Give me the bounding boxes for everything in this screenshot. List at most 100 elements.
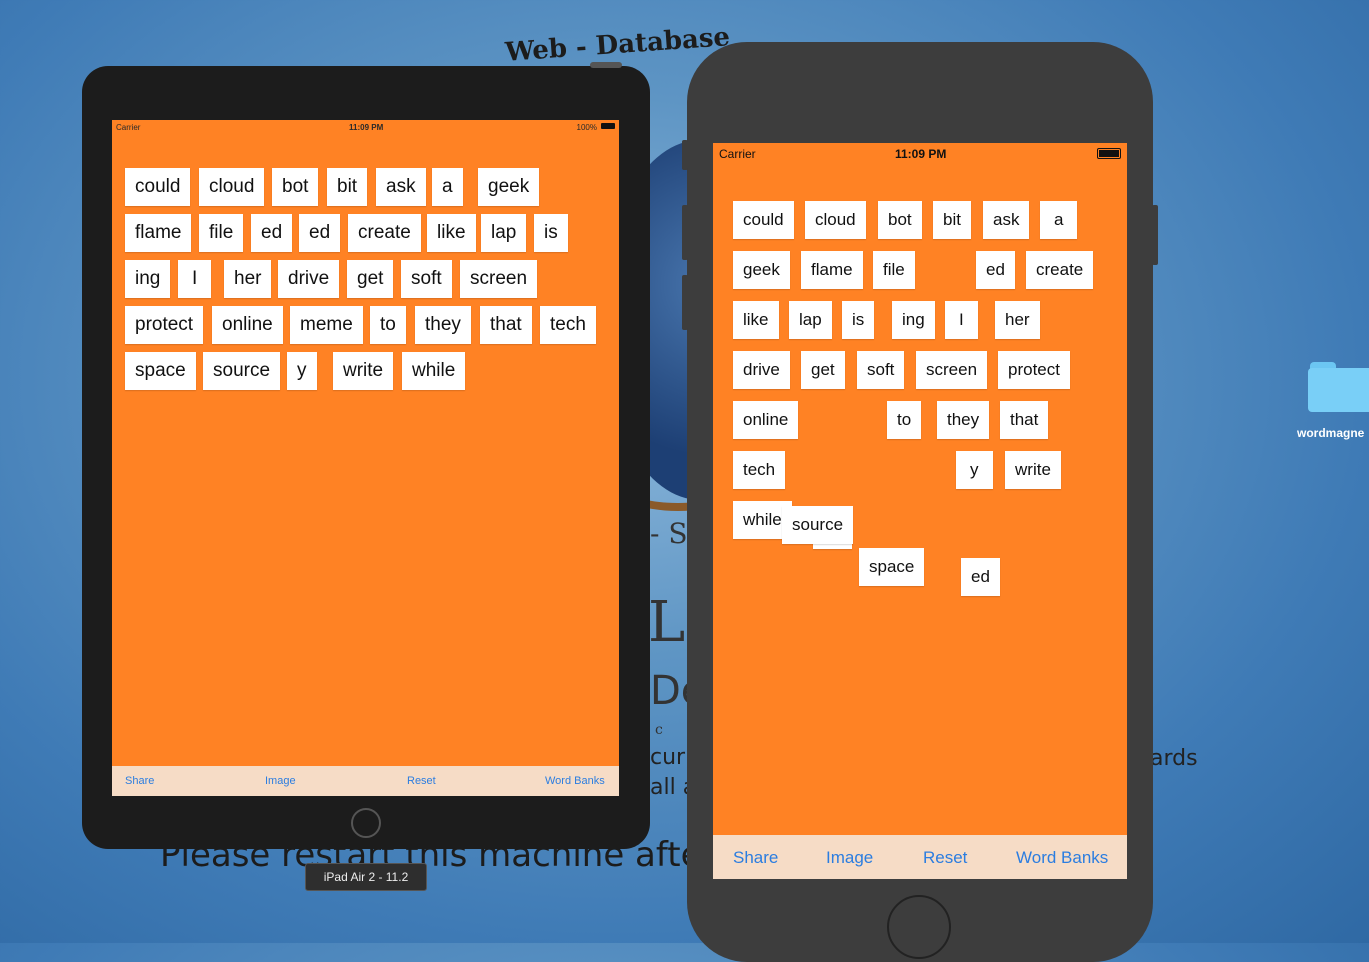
reset-button[interactable]: Reset bbox=[923, 848, 967, 868]
word-banks-button[interactable]: Word Banks bbox=[1016, 848, 1108, 868]
ipad-carrier: Carrier bbox=[116, 123, 141, 132]
word-tile[interactable]: bit bbox=[327, 168, 368, 206]
wallpaper-curi-text: curi bbox=[650, 745, 692, 770]
word-tile[interactable]: while bbox=[402, 352, 466, 390]
word-tile[interactable]: lap bbox=[481, 214, 527, 252]
word-tile[interactable]: ed bbox=[976, 251, 1015, 289]
share-button[interactable]: Share bbox=[733, 848, 778, 868]
iphone-side-button bbox=[682, 275, 688, 330]
word-tile[interactable]: is bbox=[534, 214, 568, 252]
word-tile[interactable]: protect bbox=[125, 306, 204, 344]
word-tile[interactable]: they bbox=[937, 401, 990, 439]
word-tile[interactable]: could bbox=[733, 201, 794, 239]
word-tile[interactable]: like bbox=[733, 301, 779, 339]
word-tile[interactable]: space bbox=[125, 352, 196, 390]
iphone-screen: Carrier 11:09 PM could cloud bot bit ask… bbox=[713, 143, 1127, 879]
ipad-toolbar: Share Image Reset Word Banks bbox=[112, 766, 619, 796]
word-tile[interactable]: flame bbox=[801, 251, 863, 289]
word-tile[interactable]: file bbox=[873, 251, 915, 289]
iphone-toolbar: Share Image Reset Word Banks bbox=[713, 835, 1127, 879]
word-tile[interactable]: y bbox=[956, 451, 993, 489]
word-tile[interactable]: ing bbox=[125, 260, 171, 298]
word-tile[interactable]: soft bbox=[857, 351, 905, 389]
word-tile[interactable]: a bbox=[1040, 201, 1078, 239]
word-tile[interactable]: that bbox=[480, 306, 532, 344]
share-button[interactable]: Share bbox=[125, 775, 154, 787]
word-tile[interactable]: geek bbox=[478, 168, 540, 206]
iphone-side-button bbox=[682, 205, 688, 260]
word-tile[interactable]: create bbox=[1026, 251, 1094, 289]
word-tile[interactable]: ask bbox=[376, 168, 426, 206]
word-tile[interactable]: to bbox=[370, 306, 406, 344]
word-tile[interactable]: bot bbox=[272, 168, 319, 206]
word-tile[interactable]: source bbox=[203, 352, 281, 390]
wallpaper-c-text: c bbox=[655, 722, 663, 738]
word-tile[interactable]: cloud bbox=[805, 201, 866, 239]
ipad-screen: Carrier 11:09 PM 100% could cloud bot bi… bbox=[112, 120, 619, 796]
word-tile[interactable]: file bbox=[199, 214, 244, 252]
simulator-tooltip: iPad Air 2 - 11.2 bbox=[305, 863, 427, 891]
wallpaper-ards-text: ards bbox=[1150, 746, 1198, 771]
word-tile[interactable]: tech bbox=[540, 306, 596, 344]
word-tile[interactable]: get bbox=[347, 260, 394, 298]
word-tile[interactable]: bit bbox=[933, 201, 971, 239]
word-tile[interactable]: get bbox=[801, 351, 845, 389]
wallpaper-arc-text: Web - Database bbox=[504, 22, 731, 68]
word-tile[interactable]: create bbox=[348, 214, 421, 252]
word-tile[interactable]: cloud bbox=[199, 168, 265, 206]
word-tile[interactable]: her bbox=[224, 260, 272, 298]
folder-label[interactable]: wordmagne bbox=[1297, 426, 1364, 440]
iphone-clock: 11:09 PM bbox=[895, 147, 947, 161]
word-banks-button[interactable]: Word Banks bbox=[545, 775, 605, 787]
word-tile[interactable]: I bbox=[178, 260, 212, 298]
word-tile[interactable]: tech bbox=[733, 451, 786, 489]
word-tile[interactable]: meme bbox=[290, 306, 363, 344]
word-tile[interactable]: online bbox=[733, 401, 799, 439]
word-tile[interactable]: soft bbox=[401, 260, 452, 298]
word-tile[interactable]: flame bbox=[125, 214, 192, 252]
word-tile[interactable]: ing bbox=[892, 301, 935, 339]
word-tile[interactable]: screen bbox=[460, 260, 538, 298]
word-tile[interactable]: is bbox=[842, 301, 875, 339]
word-tile[interactable]: bot bbox=[878, 201, 922, 239]
word-tile[interactable]: space bbox=[859, 548, 925, 586]
word-tile[interactable]: like bbox=[427, 214, 476, 252]
wallpaper-s-text: - S bbox=[650, 517, 688, 550]
word-tile[interactable]: drive bbox=[733, 351, 790, 389]
word-tile[interactable]: write bbox=[1005, 451, 1061, 489]
image-button[interactable]: Image bbox=[826, 848, 873, 868]
ipad-status-bar: Carrier 11:09 PM 100% bbox=[112, 120, 619, 134]
word-tile[interactable]: y bbox=[287, 352, 317, 390]
word-tile[interactable]: to bbox=[887, 401, 922, 439]
word-tile[interactable]: ask bbox=[983, 201, 1030, 239]
ipad-camera bbox=[590, 62, 622, 68]
word-tile[interactable]: protect bbox=[998, 351, 1070, 389]
word-tile[interactable]: source bbox=[782, 506, 854, 544]
ipad-home-button[interactable] bbox=[351, 808, 381, 838]
word-tile[interactable]: lap bbox=[789, 301, 832, 339]
word-tile[interactable]: screen bbox=[916, 351, 988, 389]
word-tile[interactable]: her bbox=[995, 301, 1040, 339]
word-tile[interactable]: a bbox=[432, 168, 463, 206]
ipad-clock: 11:09 PM bbox=[349, 123, 384, 132]
word-tile[interactable]: that bbox=[1000, 401, 1049, 439]
image-button[interactable]: Image bbox=[265, 775, 296, 787]
word-tile[interactable]: I bbox=[945, 301, 978, 339]
word-tile[interactable]: ed bbox=[251, 214, 293, 252]
word-tile[interactable]: online bbox=[212, 306, 283, 344]
word-tile[interactable]: they bbox=[415, 306, 471, 344]
word-tile[interactable]: ed bbox=[961, 558, 1000, 596]
battery-icon bbox=[1097, 148, 1121, 159]
word-tile[interactable]: write bbox=[333, 352, 394, 390]
iphone-status-bar: Carrier 11:09 PM bbox=[713, 143, 1127, 165]
ipad-battery-percent: 100% bbox=[576, 123, 597, 132]
folder-icon[interactable] bbox=[1308, 362, 1369, 412]
word-tile[interactable]: geek bbox=[733, 251, 790, 289]
word-tile[interactable]: could bbox=[125, 168, 191, 206]
word-tile[interactable]: drive bbox=[278, 260, 340, 298]
reset-button[interactable]: Reset bbox=[407, 775, 436, 787]
battery-icon bbox=[601, 123, 615, 129]
word-tile[interactable]: ed bbox=[299, 214, 341, 252]
iphone-carrier: Carrier bbox=[719, 147, 756, 161]
iphone-home-button[interactable] bbox=[887, 895, 951, 959]
